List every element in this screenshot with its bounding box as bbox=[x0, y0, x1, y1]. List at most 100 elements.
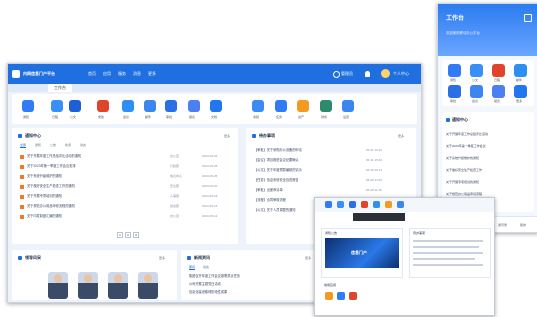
top-nav-item[interactable]: 服务 bbox=[118, 64, 126, 84]
notice-panel: 通知中心 更多 全部 通知 公告 新闻 动态 关于开展年度工作总结评比活动的通知… bbox=[12, 128, 238, 244]
tablet-icon[interactable] bbox=[373, 201, 380, 208]
notice-subtab[interactable]: 新闻 bbox=[65, 143, 71, 147]
top-nav-item[interactable]: 应用 bbox=[103, 64, 111, 84]
notice-item[interactable]: 关于开展年度工作总结评比活动的通知 bbox=[27, 154, 157, 159]
notice-item[interactable]: 关于开展专项培训的通知 bbox=[27, 194, 157, 199]
news-item[interactable]: 信息化建设取得阶段性成果 bbox=[189, 290, 314, 295]
todo-item[interactable]: 【公文】关于年度预算编制的请示 bbox=[254, 168, 359, 173]
user-name[interactable]: 管理员 bbox=[341, 64, 353, 84]
mobile-list-item[interactable]: 关于开展年度工作总结评比活动 bbox=[446, 132, 530, 137]
app-icon[interactable] bbox=[51, 100, 63, 112]
mobile-app-label: 会议 bbox=[472, 99, 479, 103]
panel-more-link[interactable]: 更多 bbox=[224, 134, 230, 138]
tablet-icon[interactable] bbox=[361, 201, 368, 208]
app-icon[interactable] bbox=[188, 100, 200, 112]
tablet-banner[interactable]: 信息门户 bbox=[325, 238, 399, 268]
notice-item[interactable]: 关于2023年第一季度工作会议安排 bbox=[27, 164, 157, 169]
tablet-app-strip bbox=[315, 198, 494, 212]
mobile-app-icon[interactable] bbox=[514, 85, 527, 98]
panel-marker bbox=[446, 118, 450, 122]
app-label: 审批 bbox=[166, 115, 173, 119]
app-icon[interactable] bbox=[144, 100, 156, 112]
search-icon[interactable] bbox=[333, 71, 340, 78]
app-icon[interactable] bbox=[252, 100, 264, 112]
tablet-icon[interactable] bbox=[349, 201, 356, 208]
app-label: 报表 bbox=[189, 115, 196, 119]
app-icon[interactable] bbox=[210, 100, 222, 112]
bottom-nav-item[interactable]: 我的 bbox=[520, 223, 526, 227]
tab-workbench[interactable]: 工作台 bbox=[48, 84, 72, 92]
mobile-app-icon[interactable] bbox=[448, 64, 461, 77]
notice-subtab[interactable]: 动态 bbox=[80, 143, 86, 147]
tablet-icon[interactable] bbox=[385, 201, 392, 208]
tablet-app-icon[interactable] bbox=[349, 292, 357, 300]
app-label: 资产 bbox=[298, 115, 305, 119]
app-icon[interactable] bbox=[97, 100, 109, 112]
app-icon[interactable] bbox=[122, 100, 134, 112]
mobile-list-item[interactable]: 关于开展专项培训的通知 bbox=[446, 180, 530, 185]
tablet-dark-strip bbox=[353, 213, 405, 221]
tablet-list-line[interactable] bbox=[413, 252, 483, 254]
mobile-list-item[interactable]: 关于系统升级维护的通知 bbox=[446, 156, 530, 161]
tablet-screen: 通知公告 信息门户 待办事项 常用应用 bbox=[314, 197, 495, 316]
app-icon[interactable] bbox=[22, 100, 34, 112]
tablet-app-icon[interactable] bbox=[325, 292, 333, 300]
tablet-list-line[interactable] bbox=[413, 246, 479, 248]
list-bullet bbox=[20, 165, 24, 169]
tablet-list-line[interactable] bbox=[413, 258, 475, 260]
top-nav-item[interactable]: 消息 bbox=[133, 64, 141, 84]
scan-icon[interactable] bbox=[524, 14, 532, 22]
mobile-list-item[interactable]: 关于做好安全生产检查工作 bbox=[446, 168, 530, 173]
app-label: 日程 bbox=[52, 115, 59, 119]
mobile-app-icon[interactable] bbox=[470, 85, 483, 98]
todo-item[interactable]: 【会议】项目推进会议纪要确认 bbox=[254, 158, 359, 163]
todo-item[interactable]: 【任务】信息系统安全自查报告 bbox=[254, 178, 359, 183]
top-nav-item[interactable]: 首页 bbox=[88, 64, 96, 84]
app-icon[interactable] bbox=[342, 100, 354, 112]
tablet-app-icon[interactable] bbox=[337, 292, 345, 300]
notice-item[interactable]: 关于规范办公用品申领流程的通知 bbox=[27, 204, 157, 209]
tablet-icon[interactable] bbox=[397, 201, 404, 208]
bottom-nav-item[interactable]: 通讯录 bbox=[498, 223, 507, 227]
news-subtab[interactable]: 要闻 bbox=[189, 265, 196, 270]
mobile-app-icon[interactable] bbox=[448, 85, 461, 98]
app-icon[interactable] bbox=[165, 100, 177, 112]
tablet-list-line[interactable] bbox=[413, 240, 483, 242]
notice-subtab[interactable]: 公告 bbox=[50, 143, 56, 147]
app-icon[interactable] bbox=[320, 100, 332, 112]
mobile-app-icon[interactable] bbox=[514, 64, 527, 77]
bell-icon[interactable] bbox=[365, 71, 370, 77]
mobile-list-item[interactable]: 关于2023年第一季度工作会议 bbox=[446, 144, 530, 149]
tablet-icon[interactable] bbox=[325, 201, 332, 208]
avatar[interactable] bbox=[381, 69, 390, 78]
app-icon[interactable] bbox=[275, 100, 287, 112]
news-subtab[interactable]: 动态 bbox=[203, 265, 209, 269]
news-item[interactable]: 公司开展主题党日活动 bbox=[189, 282, 314, 287]
tablet-list-line[interactable] bbox=[413, 264, 483, 266]
pagination-page[interactable]: 2 bbox=[125, 232, 131, 238]
panel-more-link[interactable]: 更多 bbox=[398, 134, 404, 138]
pagination-page[interactable]: 1 bbox=[117, 232, 123, 238]
notice-item[interactable]: 关于系统升级维护的通知 bbox=[27, 174, 157, 179]
top-nav-item[interactable]: 更多 bbox=[148, 64, 156, 84]
mobile-app-icon[interactable] bbox=[492, 85, 505, 98]
notice-item[interactable]: 关于印发制度汇编的通知 bbox=[27, 214, 157, 219]
notice-subtab[interactable]: 通知 bbox=[35, 143, 41, 147]
mobile-app-icon[interactable] bbox=[470, 64, 483, 77]
notice-item[interactable]: 关于做好安全生产检查工作的通知 bbox=[27, 184, 157, 189]
app-icon[interactable] bbox=[69, 100, 81, 112]
pagination-page[interactable]: 3 bbox=[133, 232, 139, 238]
todo-item[interactable]: 【审批】关于采购办公设备的申请 bbox=[254, 148, 359, 153]
panel-more-link[interactable]: 更多 bbox=[159, 256, 165, 260]
mobile-app-icon[interactable] bbox=[492, 64, 505, 77]
user-menu[interactable]: 个人中心 bbox=[393, 64, 409, 84]
news-item[interactable]: 集团召开年度工作会议部署重点任务 bbox=[189, 274, 314, 279]
news-panel: 新闻资讯 更多 要闻 动态 集团召开年度工作会议部署重点任务 公司开展主题党日活… bbox=[181, 250, 321, 300]
portal-logo-icon bbox=[12, 70, 20, 78]
panel-more-link[interactable]: 更多 bbox=[305, 256, 311, 260]
panel-title: 新闻资讯 bbox=[194, 255, 210, 260]
app-icon[interactable] bbox=[297, 100, 309, 112]
notice-subtab[interactable]: 全部 bbox=[20, 143, 27, 148]
tablet-icon[interactable] bbox=[337, 201, 344, 208]
todo-item[interactable]: 【审批】出差申请单 bbox=[254, 188, 359, 193]
